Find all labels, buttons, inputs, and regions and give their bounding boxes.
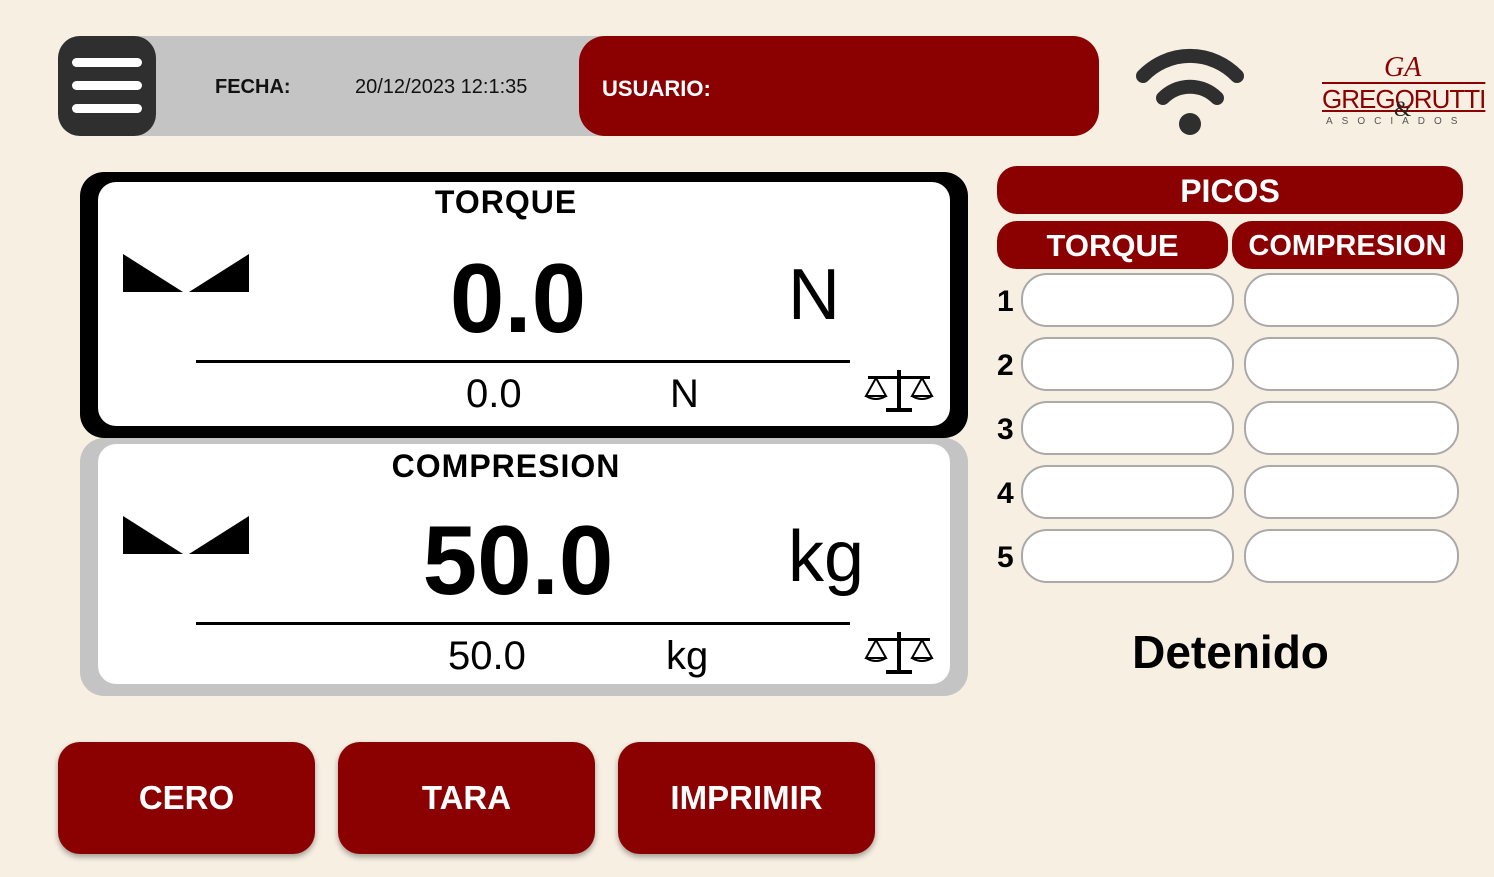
tara-button[interactable]: TARA — [338, 742, 595, 854]
peak-compresion-cell — [1244, 465, 1459, 519]
date-value: 20/12/2023 12:1:35 — [355, 76, 528, 98]
compresion-separator — [196, 622, 850, 625]
picos-row-number: 1 — [997, 285, 1014, 318]
peak-torque-cell — [1021, 273, 1234, 327]
compresion-sub-value: 50.0 — [448, 634, 526, 678]
torque-unit: N — [788, 255, 840, 335]
picos-row-number: 3 — [997, 413, 1014, 446]
compresion-value: 50.0 — [422, 505, 614, 615]
compresion-unit: kg — [788, 517, 865, 597]
peak-torque-cell — [1021, 337, 1234, 391]
user-label: USUARIO: — [602, 76, 711, 101]
peak-compresion-cell — [1244, 337, 1459, 391]
picos-col-torque: TORQUE — [997, 221, 1228, 269]
logo-sub: ASOCIADOS — [1326, 116, 1467, 127]
compresion-panel: COMPRESION 50.0 kg 50.0 kg — [80, 438, 968, 696]
torque-value: 0.0 — [449, 243, 587, 353]
torque-sub-value: 0.0 — [466, 372, 522, 416]
cero-button[interactable]: CERO — [58, 742, 315, 854]
peak-compresion-cell — [1244, 529, 1459, 583]
peak-torque-cell — [1021, 465, 1234, 519]
peak-compresion-cell — [1244, 401, 1459, 455]
date-label: FECHA: — [215, 76, 291, 98]
balance-scale-icon — [864, 370, 934, 412]
brand-logo: GA GREGORUTTI & ASOCIADOS — [1322, 52, 1486, 132]
imprimir-button[interactable]: IMPRIMIR — [618, 742, 875, 854]
peak-compresion-cell — [1244, 273, 1459, 327]
torque-panel: TORQUE 0.0 N 0.0 N — [80, 172, 968, 438]
picos-row-number: 5 — [997, 541, 1014, 574]
compresion-title: COMPRESION — [391, 448, 621, 484]
balance-scale-icon — [864, 632, 934, 674]
menu-button[interactable] — [58, 36, 156, 136]
torque-title: TORQUE — [434, 184, 578, 220]
wifi-icon[interactable] — [1135, 38, 1245, 138]
picos-row-number: 4 — [997, 477, 1014, 510]
logo-initials: GA — [1384, 52, 1422, 83]
torque-sub-unit: N — [670, 372, 699, 416]
status-text: Detenido — [1132, 626, 1329, 678]
range-indicator-icon — [123, 254, 249, 292]
range-indicator-icon — [123, 516, 249, 554]
peak-torque-cell — [1021, 401, 1234, 455]
torque-separator — [196, 360, 850, 363]
peak-torque-cell — [1021, 529, 1234, 583]
picos-header: PICOS — [997, 166, 1463, 214]
picos-col-compresion: COMPRESION — [1232, 221, 1463, 269]
picos-row-number: 2 — [997, 349, 1014, 382]
compresion-sub-unit: kg — [666, 634, 709, 678]
